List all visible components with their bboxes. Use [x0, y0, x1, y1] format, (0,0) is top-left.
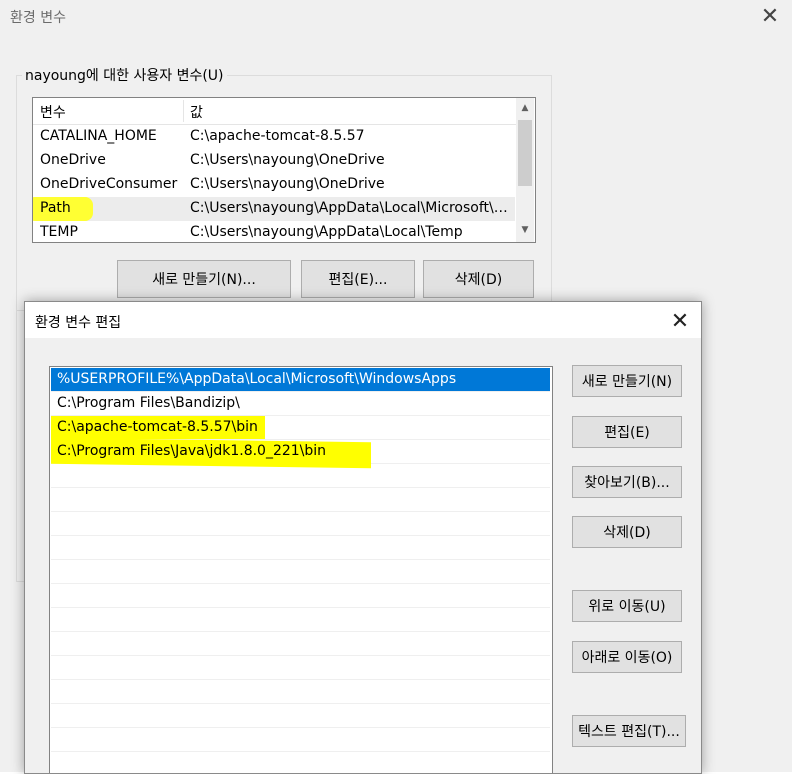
- list-item[interactable]: [51, 560, 550, 584]
- scrollbar-thumb[interactable]: [518, 120, 532, 186]
- var-value: C:\Users\nayoung\AppData\Local\Microsoft…: [190, 200, 508, 216]
- var-name: OneDriveConsumer: [40, 176, 178, 192]
- list-item[interactable]: [51, 464, 550, 488]
- table-row[interactable]: TEMP C:\Users\nayoung\AppData\Local\Temp: [33, 221, 515, 242]
- delete-entry-button[interactable]: 삭제(D): [572, 516, 682, 548]
- var-value: C:\Users\nayoung\OneDrive: [190, 152, 385, 168]
- close-icon[interactable]: ✕: [756, 2, 784, 30]
- dialog-titlebar[interactable]: [25, 302, 701, 338]
- user-vars-label: nayoung에 대한 사용자 변수(U): [22, 65, 227, 85]
- list-item[interactable]: [51, 512, 550, 536]
- list-item[interactable]: [51, 680, 550, 704]
- list-header: 변수 값: [33, 98, 517, 125]
- close-icon[interactable]: ✕: [665, 306, 695, 336]
- var-name: CATALINA_HOME: [40, 128, 157, 144]
- list-item[interactable]: [51, 632, 550, 656]
- path-entries-list[interactable]: %USERPROFILE%\AppData\Local\Microsoft\Wi…: [49, 366, 553, 773]
- edit-var-button[interactable]: 편집(E)...: [301, 260, 415, 298]
- env-vars-titlebar: [0, 0, 792, 33]
- new-entry-button[interactable]: 새로 만들기(N): [572, 365, 682, 397]
- column-header-value[interactable]: 값: [190, 102, 508, 122]
- list-item[interactable]: [51, 488, 550, 512]
- new-var-button[interactable]: 새로 만들기(N)...: [117, 260, 291, 298]
- column-divider[interactable]: [183, 100, 184, 122]
- edit-text-button[interactable]: 텍스트 편집(T)...: [572, 715, 686, 747]
- var-name: Path: [40, 200, 71, 216]
- var-value: C:\Users\nayoung\AppData\Local\Temp: [190, 224, 463, 240]
- list-item[interactable]: [51, 704, 550, 728]
- vertical-scrollbar[interactable]: ▲ ▼: [516, 98, 534, 242]
- list-item[interactable]: [51, 752, 550, 773]
- column-header-name[interactable]: 변수: [40, 102, 180, 122]
- path-entry-text: %USERPROFILE%\AppData\Local\Microsoft\Wi…: [57, 371, 457, 387]
- path-entry-text: C:\Program Files\Java\jdk1.8.0_221\bin: [57, 443, 327, 459]
- var-value: C:\apache-tomcat-8.5.57: [190, 128, 365, 144]
- dialog-title: 환경 변수 편집: [35, 315, 122, 331]
- table-row[interactable]: OneDriveConsumer C:\Users\nayoung\OneDri…: [33, 173, 515, 197]
- var-name: TEMP: [40, 224, 78, 240]
- edit-env-var-dialog: 환경 변수 편집 ✕ %USERPROFILE%\AppData\Local\M…: [24, 301, 702, 774]
- list-item[interactable]: C:\Program Files\Java\jdk1.8.0_221\bin: [51, 437, 550, 469]
- list-item[interactable]: C:\apache-tomcat-8.5.57\bin: [51, 416, 550, 440]
- move-up-button[interactable]: 위로 이동(U): [572, 590, 682, 622]
- list-item[interactable]: [51, 608, 550, 632]
- path-entry-text: C:\Program Files\Bandizip\: [57, 395, 240, 411]
- user-vars-list[interactable]: 변수 값 CATALINA_HOME C:\apache-tomcat-8.5.…: [32, 97, 536, 243]
- table-row[interactable]: OneDrive C:\Users\nayoung\OneDrive: [33, 149, 515, 173]
- move-down-button[interactable]: 아래로 이동(O): [572, 641, 682, 673]
- table-row[interactable]: CATALINA_HOME C:\apache-tomcat-8.5.57: [33, 125, 515, 149]
- list-item[interactable]: [51, 656, 550, 680]
- table-row-selected[interactable]: Path C:\Users\nayoung\AppData\Local\Micr…: [33, 197, 515, 221]
- scroll-up-icon[interactable]: ▲: [516, 98, 534, 118]
- path-entry-text: C:\apache-tomcat-8.5.57\bin: [57, 419, 258, 435]
- env-vars-title: 환경 변수: [10, 10, 66, 26]
- list-item[interactable]: C:\Program Files\Bandizip\: [51, 392, 550, 416]
- list-item[interactable]: [51, 536, 550, 560]
- var-value: C:\Users\nayoung\OneDrive: [190, 176, 385, 192]
- list-item[interactable]: [51, 728, 550, 752]
- delete-var-button[interactable]: 삭제(D): [423, 260, 534, 298]
- list-item-selected[interactable]: %USERPROFILE%\AppData\Local\Microsoft\Wi…: [51, 368, 550, 392]
- scroll-down-icon[interactable]: ▼: [516, 220, 534, 240]
- browse-button[interactable]: 찾아보기(B)...: [572, 466, 682, 498]
- edit-entry-button[interactable]: 편집(E): [572, 416, 682, 448]
- list-item[interactable]: [51, 584, 550, 608]
- var-name: OneDrive: [40, 152, 106, 168]
